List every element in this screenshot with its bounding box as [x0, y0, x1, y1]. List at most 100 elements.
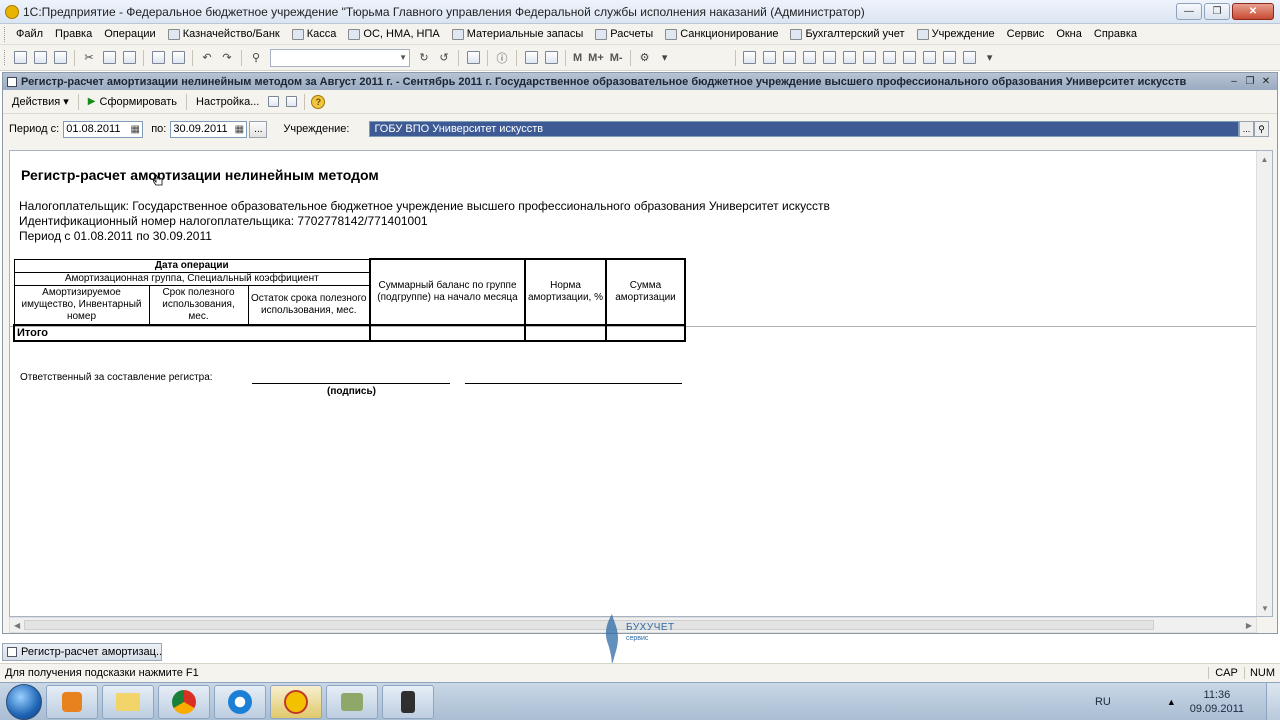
toolbar2-more-icon[interactable]: ▾	[980, 49, 1000, 67]
actions-menu-button[interactable]: Действия ▾	[7, 95, 74, 109]
calendar-picker-icon[interactable]: ▦	[128, 122, 142, 137]
balance-icon[interactable]	[840, 49, 860, 67]
report-maximize-icon[interactable]: ❐	[1243, 75, 1257, 88]
institution-icon	[916, 28, 929, 40]
period-from-field[interactable]: 01.08.2011 ▦	[63, 120, 144, 138]
save-icon[interactable]	[50, 49, 70, 67]
report-minimize-icon[interactable]: –	[1227, 75, 1241, 88]
toolbar-separator	[516, 49, 517, 66]
print-icon[interactable]	[148, 49, 168, 67]
close-icon[interactable]: ✕	[1232, 3, 1274, 20]
show-desktop-button[interactable]	[1266, 682, 1280, 720]
media-player-button[interactable]	[46, 684, 98, 719]
memory-button[interactable]: M	[570, 52, 585, 64]
analysis-icon[interactable]	[860, 49, 880, 67]
save-settings-icon[interactable]	[264, 94, 282, 110]
menu-file[interactable]: Файл	[10, 28, 49, 40]
period-select-button[interactable]: ...	[249, 120, 268, 138]
menu-grip[interactable]	[4, 26, 7, 42]
scroll-up-icon[interactable]: ▲	[1257, 151, 1272, 167]
scroll-left-icon[interactable]: ◀	[14, 621, 20, 630]
memory-plus-button[interactable]: M+	[585, 52, 607, 64]
calendar-picker-icon[interactable]: ▦	[232, 122, 246, 137]
documents-icon[interactable]	[760, 49, 780, 67]
new-document-icon[interactable]	[10, 49, 30, 67]
find-prev-icon[interactable]: ↺	[434, 49, 454, 67]
summary-icon[interactable]	[920, 49, 940, 67]
tray-expand-icon[interactable]: ▲	[1167, 697, 1176, 707]
org-field[interactable]: ГОБУ ВПО Университет искусств	[369, 121, 1239, 137]
toolbar-separator	[74, 49, 75, 66]
menu-edit[interactable]: Правка	[49, 28, 98, 40]
menu-operations[interactable]: Операции	[98, 28, 161, 40]
chrome-button[interactable]	[158, 684, 210, 719]
paste-icon[interactable]	[119, 49, 139, 67]
menu-treasury[interactable]: Казначейство/Банк	[162, 28, 286, 40]
find-next-icon[interactable]: ↻	[414, 49, 434, 67]
explorer-button[interactable]	[102, 684, 154, 719]
cash-icon	[291, 28, 304, 40]
clock[interactable]: 11:36 09.09.2011	[1190, 688, 1244, 716]
archive-button[interactable]	[326, 684, 378, 719]
redo-icon[interactable]: ↷	[217, 49, 237, 67]
settings-button[interactable]: Настройка...	[191, 96, 264, 108]
org-search-icon[interactable]: ⚲	[1254, 121, 1269, 137]
menu-sanction[interactable]: Санкционирование	[659, 28, 784, 40]
ie-button[interactable]	[214, 684, 266, 719]
restore-icon[interactable]: ❐	[1204, 3, 1230, 20]
chess-icon[interactable]	[940, 49, 960, 67]
toolbar-more-icon[interactable]: ▾	[655, 49, 675, 67]
vertical-scrollbar[interactable]: ▲ ▼	[1256, 151, 1272, 616]
accounts-icon[interactable]	[800, 49, 820, 67]
org-select-button[interactable]: ...	[1239, 121, 1254, 137]
menu-accounting[interactable]: Бухгалтерский учет	[784, 28, 910, 40]
reports-icon[interactable]	[820, 49, 840, 67]
menu-help[interactable]: Справка	[1088, 28, 1143, 40]
menu-calculations[interactable]: Расчеты	[589, 28, 659, 40]
horizontal-scroll-thumb[interactable]	[24, 620, 1154, 630]
report-title: Регистр-расчет амортизации нелинейным ме…	[21, 167, 379, 183]
tools-icon[interactable]: ⚙	[635, 49, 655, 67]
journal-icon[interactable]	[740, 49, 760, 67]
report-sheet[interactable]: Регистр-расчет амортизации нелинейным ме…	[9, 150, 1273, 617]
toolbar-separator	[77, 93, 79, 110]
memory-minus-button[interactable]: M-	[607, 52, 626, 64]
chrome-icon	[172, 689, 196, 714]
window-tab[interactable]: Регистр-расчет амортизац...	[2, 643, 162, 661]
scroll-right-icon[interactable]: ▶	[1246, 621, 1252, 630]
restore-settings-icon[interactable]	[282, 94, 300, 110]
cut-icon[interactable]: ✂	[79, 49, 99, 67]
calendar-icon[interactable]	[521, 49, 541, 67]
open-icon[interactable]	[30, 49, 50, 67]
1c-button[interactable]	[270, 684, 322, 719]
preview-icon[interactable]	[168, 49, 188, 67]
turnover-icon[interactable]	[880, 49, 900, 67]
report-close-icon[interactable]: ✕	[1259, 75, 1273, 88]
report-window-header: Регистр-расчет амортизации нелинейным ме…	[3, 73, 1277, 90]
help-button[interactable]: ?	[309, 94, 327, 110]
undo-icon[interactable]: ↶	[197, 49, 217, 67]
operations-icon[interactable]	[780, 49, 800, 67]
copy-icon[interactable]	[99, 49, 119, 67]
search-icon[interactable]: ⚲	[246, 49, 266, 67]
report-list-icon[interactable]	[960, 49, 980, 67]
menu-materials[interactable]: Материальные запасы	[446, 28, 590, 40]
calculator-icon[interactable]	[541, 49, 561, 67]
toolbar-grip[interactable]	[4, 50, 7, 65]
language-indicator[interactable]: RU	[1095, 696, 1111, 708]
window-list-icon[interactable]	[463, 49, 483, 67]
generate-button[interactable]: ▶ Сформировать	[83, 96, 182, 108]
minimize-icon[interactable]: —	[1176, 3, 1202, 20]
menu-service[interactable]: Сервис	[1001, 28, 1051, 40]
menu-windows[interactable]: Окна	[1050, 28, 1088, 40]
period-to-field[interactable]: 30.09.2011 ▦	[170, 120, 248, 138]
menu-assets[interactable]: ОС, НМА, НПА	[342, 28, 445, 40]
info-icon[interactable]: ⓘ	[492, 49, 512, 67]
start-button[interactable]	[6, 683, 42, 720]
search-combo[interactable]: ▼	[270, 48, 410, 67]
menu-institution[interactable]: Учреждение	[911, 28, 1001, 40]
recorder-button[interactable]	[382, 684, 434, 719]
menu-cash[interactable]: Касса	[286, 28, 343, 40]
card-icon[interactable]	[900, 49, 920, 67]
scroll-down-icon[interactable]: ▼	[1257, 600, 1272, 616]
